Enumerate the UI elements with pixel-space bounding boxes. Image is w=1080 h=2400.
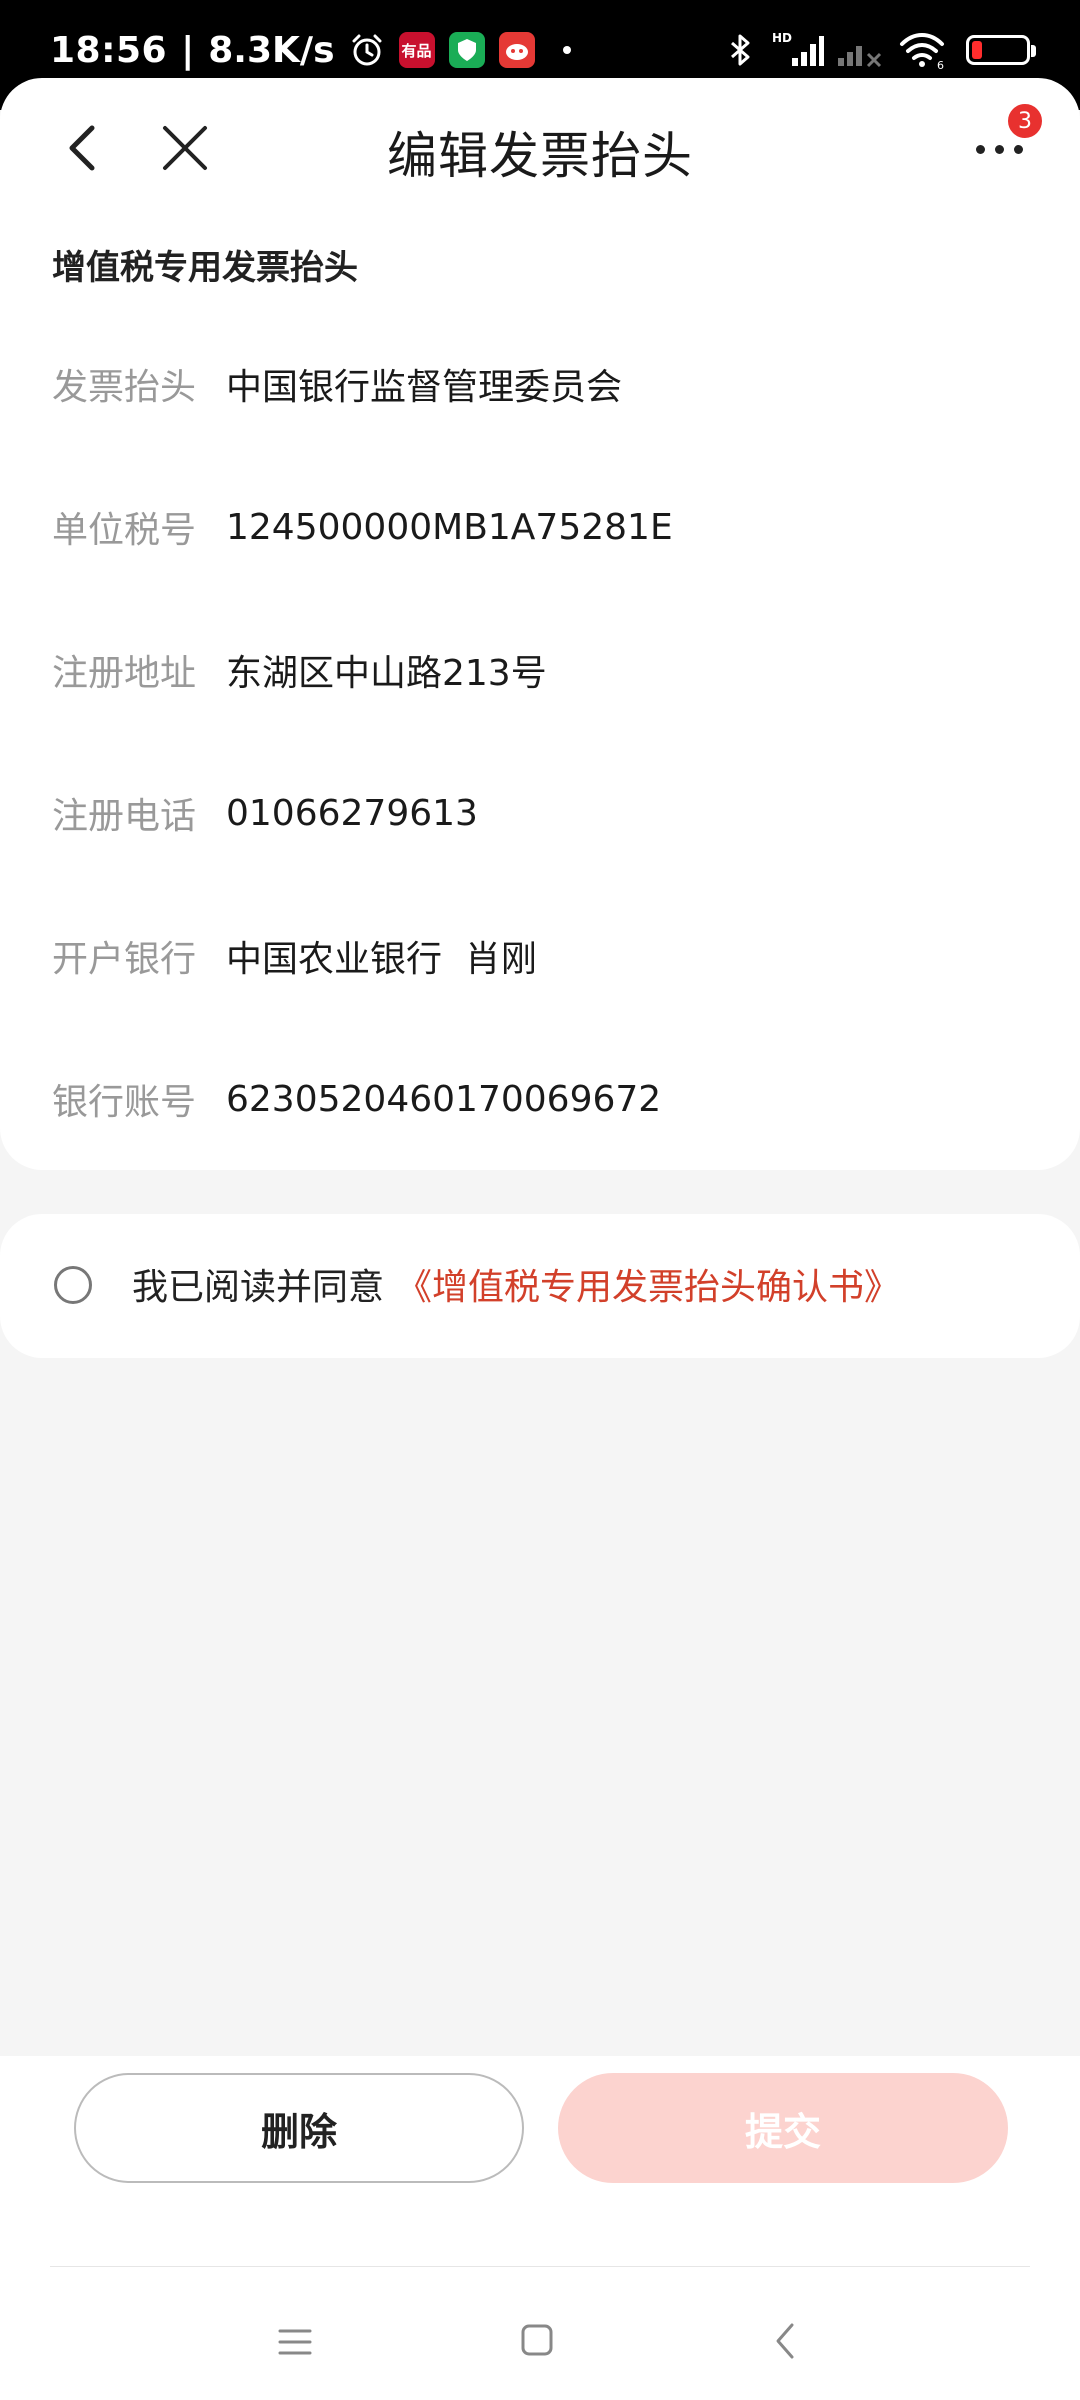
wifi-icon: 6 bbox=[900, 33, 944, 70]
field-label: 发票抬头 bbox=[52, 367, 197, 408]
field-label: 单位税号 bbox=[52, 510, 197, 551]
field-value: 01066279613 bbox=[226, 792, 478, 834]
status-separator: | bbox=[181, 29, 195, 71]
agreement-checkbox[interactable] bbox=[54, 1266, 92, 1304]
shield-app-icon bbox=[448, 32, 485, 68]
status-time: 18:56 bbox=[50, 29, 168, 71]
back-icon[interactable] bbox=[770, 2321, 800, 2361]
wifi-label: 6 bbox=[937, 59, 944, 70]
field-label: 银行账号 bbox=[52, 1082, 197, 1123]
section-title: 增值税专用发票抬头 bbox=[52, 248, 358, 288]
field-value: 中国银行监督管理委员会 bbox=[226, 367, 623, 408]
field-value: 中国农业银行 肖刚 bbox=[226, 939, 537, 980]
alarm-icon bbox=[352, 34, 381, 66]
field-registered-address[interactable]: 注册地址 东湖区中山路213号 bbox=[52, 640, 1028, 700]
invoice-info-card: 增值税专用发票抬头 发票抬头 中国银行监督管理委员会 单位税号 12450000… bbox=[0, 218, 1080, 1170]
battery-level bbox=[972, 41, 982, 59]
bottom-bar: 删除 提交 bbox=[0, 2056, 1080, 2400]
field-value: 东湖区中山路213号 bbox=[226, 653, 547, 694]
field-label: 注册电话 bbox=[52, 796, 197, 837]
delete-button[interactable]: 删除 bbox=[74, 2073, 524, 2183]
field-bank-account[interactable]: 银行账号 6230520460170069672 bbox=[52, 1069, 1028, 1129]
submit-button[interactable]: 提交 bbox=[558, 2073, 1008, 2183]
more-dots-icon bbox=[976, 145, 1023, 154]
agreement-card: 我已阅读并同意 《增值税专用发票抬头确认书》 bbox=[0, 1214, 1080, 1358]
red-app-icon bbox=[498, 32, 535, 68]
more-button[interactable]: 3 bbox=[968, 102, 1044, 178]
battery-icon bbox=[966, 35, 1036, 65]
home-icon[interactable] bbox=[520, 2323, 554, 2357]
agreement-link[interactable]: 《增值税专用发票抬头确认书》 bbox=[396, 1267, 900, 1308]
notification-badge: 3 bbox=[1006, 102, 1044, 140]
status-net-speed: 8.3K/s bbox=[208, 29, 335, 71]
page-title: 编辑发票抬头 bbox=[387, 127, 693, 185]
agreement-text: 我已阅读并同意 《增值税专用发票抬头确认书》 bbox=[132, 1258, 900, 1310]
app-header: 编辑发票抬头 3 bbox=[0, 78, 1080, 218]
field-invoice-title[interactable]: 发票抬头 中国银行监督管理委员会 bbox=[52, 354, 1028, 414]
field-bank-name[interactable]: 开户银行 中国农业银行 肖刚 bbox=[52, 926, 1028, 986]
field-value: 6230520460170069672 bbox=[226, 1078, 662, 1120]
field-label: 开户银行 bbox=[52, 939, 197, 980]
agreement-label: 我已阅读并同意 bbox=[132, 1267, 385, 1308]
field-tax-id[interactable]: 单位税号 124500000MB1A75281E bbox=[52, 497, 1028, 557]
field-label: 注册地址 bbox=[52, 653, 197, 694]
nav-divider bbox=[50, 2266, 1030, 2267]
signal-off-icon bbox=[838, 46, 882, 68]
app-red-icon: 有品 bbox=[398, 32, 435, 68]
notification-dot bbox=[562, 46, 571, 54]
app-red-icon-label: 有品 bbox=[401, 41, 432, 60]
bluetooth-icon bbox=[731, 34, 750, 66]
menu-icon[interactable] bbox=[278, 2327, 312, 2357]
field-registered-phone[interactable]: 注册电话 01066279613 bbox=[52, 783, 1028, 843]
hd-label: HD bbox=[772, 31, 792, 45]
field-value: 124500000MB1A75281E bbox=[226, 506, 673, 548]
hd-signal-icon: HD bbox=[772, 31, 824, 66]
